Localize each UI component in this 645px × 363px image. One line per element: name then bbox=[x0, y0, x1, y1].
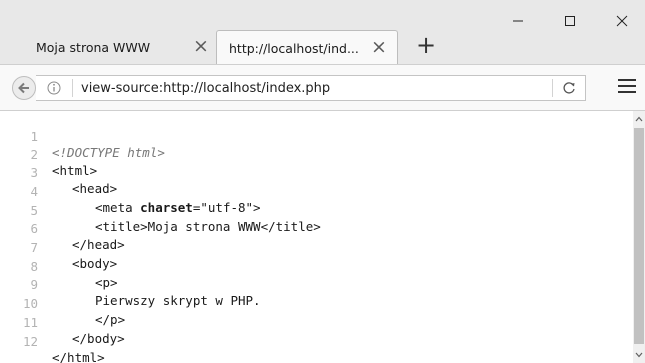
code-text: <html> bbox=[52, 163, 98, 178]
close-icon[interactable]: × bbox=[369, 36, 389, 58]
maximize-icon bbox=[565, 16, 575, 26]
code-text: </html> bbox=[52, 350, 105, 363]
source-line: 3 <head> bbox=[0, 149, 117, 196]
code-value: ="utf-8"> bbox=[192, 200, 261, 215]
scroll-up-icon[interactable] bbox=[633, 111, 645, 127]
hamburger-menu-icon[interactable] bbox=[618, 79, 636, 95]
source-line: 4 <meta charset="utf-8"> bbox=[0, 168, 260, 215]
code-text: Pierwszy skrypt w PHP. bbox=[95, 293, 261, 308]
minimize-button[interactable] bbox=[496, 7, 540, 35]
source-line: 9 Pierwszy skrypt w PHP. bbox=[0, 261, 260, 308]
minimize-icon bbox=[513, 20, 523, 22]
tab-moja-strona[interactable]: Moja strona WWW × bbox=[23, 30, 219, 64]
code-text: </body> bbox=[72, 331, 125, 346]
window-close-icon bbox=[616, 15, 628, 27]
vertical-scrollbar[interactable] bbox=[633, 111, 645, 363]
source-line: 12 </html> bbox=[0, 318, 105, 363]
reload-separator bbox=[552, 79, 553, 97]
code-text: <p> bbox=[95, 275, 118, 290]
code-text: <body> bbox=[72, 256, 118, 271]
scrollbar-thumb[interactable] bbox=[634, 128, 644, 344]
info-icon[interactable] bbox=[46, 80, 62, 96]
code-attribute: charset bbox=[140, 200, 193, 215]
reload-icon[interactable] bbox=[561, 80, 577, 96]
tab-bar: Moja strona WWW × http://localhost/ind..… bbox=[0, 0, 645, 65]
code-text: </head> bbox=[72, 237, 125, 252]
plus-icon[interactable]: + bbox=[414, 31, 438, 59]
source-line: 8 <p> bbox=[0, 243, 117, 290]
code-tag: <meta bbox=[95, 200, 141, 215]
code-text: </p> bbox=[95, 312, 126, 327]
source-line: 7 <body> bbox=[0, 224, 117, 271]
url-separator bbox=[72, 79, 73, 97]
maximize-button[interactable] bbox=[548, 7, 592, 35]
code-text: <head> bbox=[72, 181, 118, 196]
source-line: 10 </p> bbox=[0, 280, 125, 327]
close-icon[interactable]: × bbox=[191, 35, 211, 57]
back-arrow-icon[interactable] bbox=[12, 76, 36, 100]
code-text: <!DOCTYPE html> bbox=[52, 145, 165, 160]
source-line: 6 </head> bbox=[0, 205, 124, 252]
tab-label: http://localhost/ind... bbox=[229, 40, 359, 56]
source-view: 1 <!DOCTYPE html> 2 <html> 3 <head> 4 <m… bbox=[0, 111, 633, 363]
source-line: 1 <!DOCTYPE html> bbox=[0, 113, 164, 160]
tab-localhost-active[interactable]: http://localhost/ind... × bbox=[216, 30, 398, 65]
tab-label: Moja strona WWW bbox=[36, 39, 151, 55]
code-text: <title>Moja strona WWW</title> bbox=[95, 219, 321, 234]
url-text[interactable]: view-source:http://localhost/index.php bbox=[81, 81, 330, 96]
browser-window: Moja strona WWW × http://localhost/ind..… bbox=[0, 0, 645, 363]
source-line: 11 </body> bbox=[0, 299, 125, 346]
source-line: 2 <html> bbox=[0, 131, 97, 178]
scroll-down-icon[interactable] bbox=[633, 347, 645, 363]
source-line: 5 <title>Moja strona WWW</title> bbox=[0, 187, 320, 234]
code-text: <meta charset="utf-8"> bbox=[95, 200, 261, 216]
line-number: 12 bbox=[22, 334, 38, 349]
navigation-bar: view-source:http://localhost/index.php bbox=[0, 64, 645, 111]
window-close-button[interactable] bbox=[600, 7, 644, 35]
address-bar[interactable]: view-source:http://localhost/index.php bbox=[36, 75, 586, 101]
